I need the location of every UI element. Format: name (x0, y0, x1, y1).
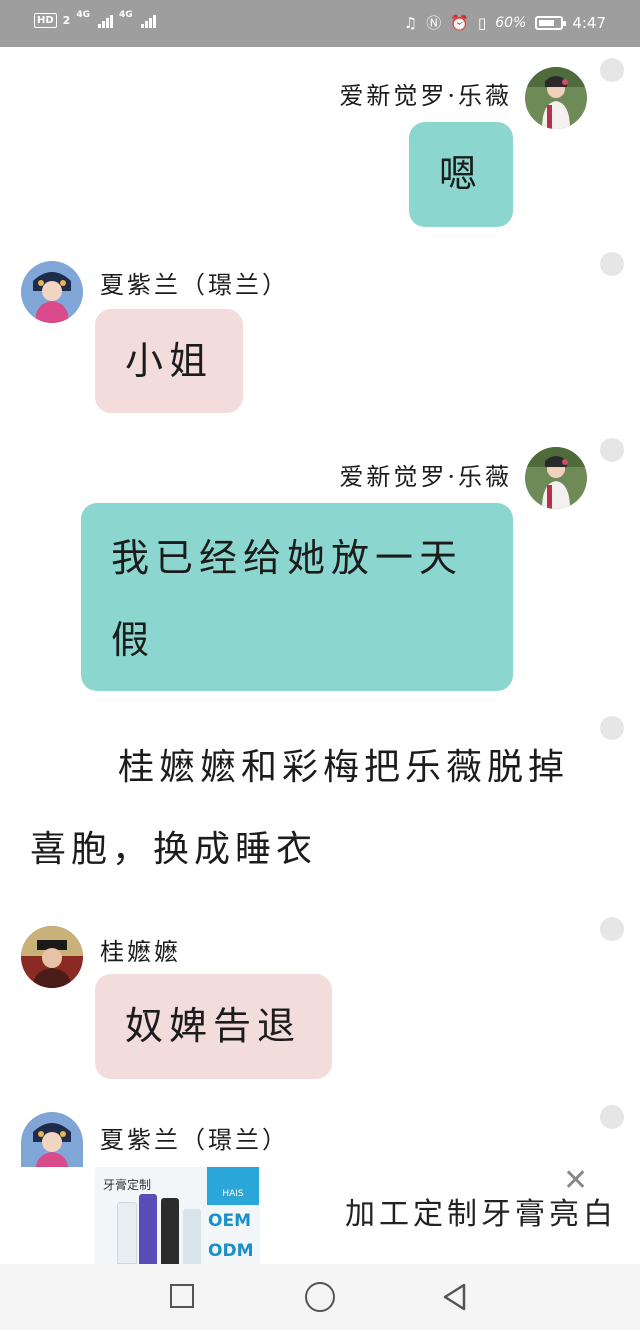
status-bar: HD 2 4G 4G ♫ Ⓝ ⏰ ▯ 60% 4:47 (0, 0, 640, 47)
signal-icon-2 (140, 14, 156, 28)
square-recents-icon[interactable] (170, 1284, 194, 1308)
status-right: ♫ Ⓝ ⏰ ▯ 60% 4:47 (404, 12, 606, 33)
product-tube (161, 1198, 179, 1264)
sender-name: 夏紫兰（璟兰） (100, 1126, 289, 1154)
network-type-2: 4G (118, 10, 133, 20)
alarm-icon: ⏰ (450, 13, 469, 32)
status-left: HD 2 4G 4G (34, 10, 156, 28)
network-type-1: 4G (76, 10, 90, 20)
close-icon[interactable]: ✕ (563, 1167, 588, 1198)
product-tube (139, 1194, 157, 1264)
signal-icon (97, 14, 113, 28)
message-bubble[interactable]: 我已经给她放一天假 (81, 503, 513, 691)
message-select-dot[interactable] (600, 917, 624, 941)
product-tube (117, 1202, 137, 1264)
narration-text: 桂嬷嬷和彩梅把乐薇脱掉喜胞，换成睡衣 (30, 747, 570, 870)
brand-logo: HAIS (207, 1167, 259, 1205)
avatar[interactable] (525, 67, 587, 129)
avatar-leiwei-image (525, 447, 587, 509)
battery-percent: 60% (495, 14, 527, 31)
message-select-dot[interactable] (600, 252, 624, 276)
avatar[interactable] (525, 447, 587, 509)
avatar-zilan-image (21, 261, 83, 323)
sender-name: 爱新觉罗·乐薇 (339, 82, 512, 110)
triangle-back-icon[interactable] (440, 1282, 470, 1312)
avatar-leiwei-image (525, 67, 587, 129)
avatar[interactable] (21, 926, 83, 988)
message-select-dot[interactable] (600, 58, 624, 82)
sim-slot: 2 (62, 14, 71, 27)
avatar-zilan-image (21, 1112, 83, 1167)
battery-icon (535, 15, 567, 30)
product-tube (183, 1209, 201, 1264)
hd-badge: HD (34, 13, 57, 28)
message-select-dot[interactable] (600, 1105, 624, 1129)
nfc-icon: Ⓝ (426, 14, 442, 32)
ad-banner[interactable]: 牙膏定制 HAIS OEM ODM 加工定制牙膏亮白 ✕ (95, 1167, 640, 1264)
ad-image-tag: 牙膏定制 (103, 1178, 152, 1192)
sender-name: 夏紫兰（璟兰） (100, 271, 289, 299)
message-bubble[interactable]: 奴婢告退 (95, 974, 332, 1079)
message-bubble[interactable]: 小姐 (95, 309, 243, 413)
clock: 4:47 (572, 13, 606, 32)
circle-home-icon[interactable] (305, 1282, 335, 1312)
avatar-guimama-image (21, 926, 83, 988)
sender-name: 桂嬷嬷 (100, 938, 181, 966)
message-select-dot[interactable] (600, 438, 624, 462)
avatar[interactable] (21, 1112, 83, 1167)
ad-image[interactable]: 牙膏定制 HAIS OEM ODM (95, 1167, 260, 1264)
vibrate-icon: ▯ (477, 13, 487, 32)
message-select-dot[interactable] (600, 716, 624, 740)
ad-oem-text: OEM (208, 1211, 251, 1231)
message-bubble[interactable]: 嗯 (409, 122, 513, 227)
ad-odm-text: ODM (208, 1241, 254, 1261)
sender-name: 爱新觉罗·乐薇 (339, 463, 512, 491)
headphones-icon: ♫ (403, 13, 418, 32)
avatar[interactable] (21, 261, 83, 323)
system-nav-bar (0, 1264, 640, 1330)
